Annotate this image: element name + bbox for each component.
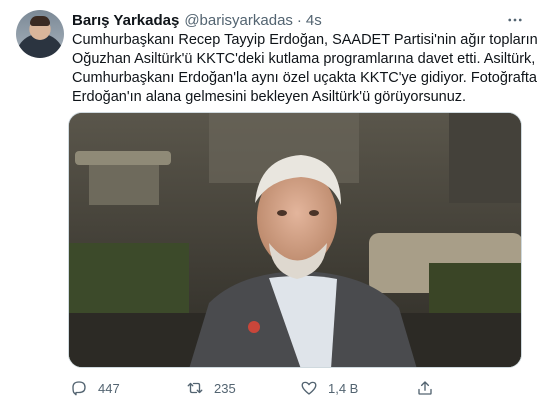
retweet-icon [187, 382, 203, 394]
retweet-count: 235 [214, 380, 236, 396]
reply-count: 447 [98, 380, 120, 396]
tweet-text-line: Cumhurbaşkanı Erdoğan'la aynı özel uçakt… [72, 70, 538, 86]
retweet-button[interactable]: 235 [186, 376, 236, 400]
tweet-timestamp[interactable]: 4s [306, 12, 322, 29]
like-button[interactable]: 1,4 B [300, 376, 358, 400]
reply-button[interactable]: 447 [70, 376, 120, 400]
share-icon [418, 381, 432, 395]
author-name[interactable]: Barış Yarkadaş [72, 12, 179, 29]
reply-icon [72, 381, 86, 396]
tweet-text: Cumhurbaşkanı Recep Tayyip Erdoğan, SAAD… [72, 31, 538, 107]
more-horizontal-icon[interactable] [503, 8, 527, 32]
avatar[interactable] [16, 10, 64, 58]
author-handle[interactable]: @barisyarkadas [184, 12, 293, 29]
separator-dot: · [296, 11, 302, 29]
tweet[interactable]: Barış Yarkadaş @barisyarkadas · 4s Cumhu… [0, 0, 538, 416]
tweet-photo[interactable] [68, 112, 522, 368]
tweet-text-line: Cumhurbaşkanı Recep Tayyip Erdoğan, SAAD… [72, 32, 538, 48]
like-count: 1,4 B [328, 380, 359, 396]
share-button[interactable] [416, 376, 434, 400]
tweet-text-line: Erdoğan'ın alana gelmesini bekleyen Asil… [72, 89, 467, 105]
heart-icon [301, 381, 317, 395]
tweet-text-line: Oğuzhan Asiltürk'ü KKTC'deki kutlama pro… [72, 51, 536, 67]
tweet-actions: 447 235 1,4 B [68, 376, 498, 400]
tweet-header: Barış Yarkadaş @barisyarkadas · 4s [72, 10, 322, 30]
